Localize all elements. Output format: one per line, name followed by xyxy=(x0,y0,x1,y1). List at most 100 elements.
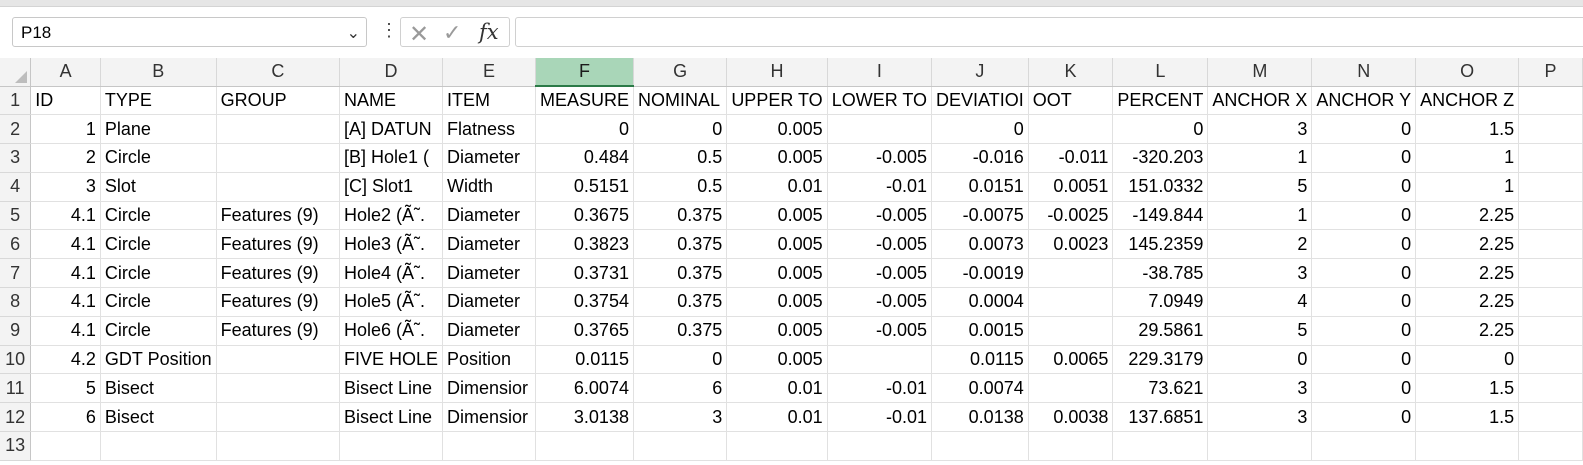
cell-g8[interactable]: 0.375 xyxy=(633,287,728,317)
column-header-h[interactable]: H xyxy=(726,58,828,87)
name-box[interactable]: P18 ⌄ xyxy=(12,17,367,47)
cell-j3[interactable]: -0.016 xyxy=(931,143,1029,173)
cell-b2[interactable]: Plane xyxy=(100,114,217,145)
cell-c3[interactable] xyxy=(216,143,341,173)
cell-p10[interactable] xyxy=(1518,345,1583,375)
cell-a8[interactable]: 4.1 xyxy=(30,287,101,317)
column-header-i[interactable]: I xyxy=(827,58,933,87)
cell-d12[interactable]: Bisect Line xyxy=(339,402,444,433)
cell-k7[interactable] xyxy=(1028,258,1114,289)
cell-b12[interactable]: Bisect xyxy=(100,402,217,433)
cell-k12[interactable]: 0.0038 xyxy=(1028,402,1114,433)
cell-g6[interactable]: 0.375 xyxy=(633,229,728,260)
column-header-e[interactable]: E xyxy=(442,58,536,87)
cancel-icon[interactable]: ✕ xyxy=(409,20,429,49)
cell-m4[interactable]: 5 xyxy=(1207,172,1313,202)
cell-c4[interactable] xyxy=(216,172,341,202)
cell-j1[interactable]: DEVIATIOI xyxy=(931,86,1029,116)
cell-a7[interactable]: 4.1 xyxy=(30,258,101,289)
cell-k6[interactable]: 0.0023 xyxy=(1028,229,1114,260)
cell-p4[interactable] xyxy=(1518,172,1583,202)
cell-i5[interactable]: -0.005 xyxy=(827,201,933,231)
cell-d6[interactable]: Hole3 (Ã˜. xyxy=(339,229,444,260)
cell-o1[interactable]: ANCHOR Z xyxy=(1415,86,1520,116)
cell-l2[interactable]: 0 xyxy=(1112,114,1209,145)
cell-a2[interactable]: 1 xyxy=(30,114,101,145)
cell-p9[interactable] xyxy=(1518,316,1583,346)
cell-a12[interactable]: 6 xyxy=(30,402,101,433)
cell-a13[interactable] xyxy=(30,431,101,461)
cell-k5[interactable]: -0.0025 xyxy=(1028,201,1114,231)
cell-k13[interactable] xyxy=(1028,431,1114,461)
cell-j12[interactable]: 0.0138 xyxy=(931,402,1029,433)
cell-c6[interactable]: Features (9) xyxy=(216,229,341,260)
row-header[interactable]: 11 xyxy=(0,373,32,404)
cell-l4[interactable]: 151.0332 xyxy=(1112,172,1209,202)
row-header[interactable]: 12 xyxy=(0,402,32,433)
cell-a9[interactable]: 4.1 xyxy=(30,316,101,346)
cell-j9[interactable]: 0.0015 xyxy=(931,316,1029,346)
column-header-m[interactable]: M xyxy=(1207,58,1313,87)
row-header[interactable]: 2 xyxy=(0,114,32,145)
cell-h1[interactable]: UPPER TO xyxy=(726,86,828,116)
cell-h11[interactable]: 0.01 xyxy=(726,373,828,404)
cell-b5[interactable]: Circle xyxy=(100,201,217,231)
cell-e13[interactable] xyxy=(442,431,536,461)
cell-e1[interactable]: ITEM xyxy=(442,86,536,116)
cell-m8[interactable]: 4 xyxy=(1207,287,1313,317)
cell-c1[interactable]: GROUP xyxy=(216,86,341,116)
cell-i1[interactable]: LOWER TO xyxy=(827,86,933,116)
cell-g4[interactable]: 0.5 xyxy=(633,172,728,202)
cell-j10[interactable]: 0.0115 xyxy=(931,345,1029,375)
cell-l12[interactable]: 137.6851 xyxy=(1112,402,1209,433)
cell-j6[interactable]: 0.0073 xyxy=(931,229,1029,260)
cell-d4[interactable]: [C] Slot1 xyxy=(339,172,444,202)
cell-k1[interactable]: OOT xyxy=(1028,86,1114,116)
cell-b6[interactable]: Circle xyxy=(100,229,217,260)
column-header-o[interactable]: O xyxy=(1415,58,1520,87)
cell-p6[interactable] xyxy=(1518,229,1583,260)
row-header[interactable]: 4 xyxy=(0,172,32,202)
cell-e8[interactable]: Diameter xyxy=(442,287,536,317)
cell-l7[interactable]: -38.785 xyxy=(1112,258,1209,289)
cell-i6[interactable]: -0.005 xyxy=(827,229,933,260)
cell-e6[interactable]: Diameter xyxy=(442,229,536,260)
cell-i3[interactable]: -0.005 xyxy=(827,143,933,173)
cell-i9[interactable]: -0.005 xyxy=(827,316,933,346)
cell-j11[interactable]: 0.0074 xyxy=(931,373,1029,404)
cell-a10[interactable]: 4.2 xyxy=(30,345,101,375)
cell-j4[interactable]: 0.0151 xyxy=(931,172,1029,202)
cell-p7[interactable] xyxy=(1518,258,1583,289)
row-header[interactable]: 1 xyxy=(0,86,32,116)
cell-n7[interactable]: 0 xyxy=(1311,258,1417,289)
cell-g5[interactable]: 0.375 xyxy=(633,201,728,231)
cell-l1[interactable]: PERCENT xyxy=(1112,86,1209,116)
row-header[interactable]: 8 xyxy=(0,287,32,317)
cell-l9[interactable]: 29.5861 xyxy=(1112,316,1209,346)
cell-k2[interactable] xyxy=(1028,114,1114,145)
cell-d9[interactable]: Hole6 (Ã˜. xyxy=(339,316,444,346)
cell-g11[interactable]: 6 xyxy=(633,373,728,404)
cell-j8[interactable]: 0.0004 xyxy=(931,287,1029,317)
cell-o11[interactable]: 1.5 xyxy=(1415,373,1520,404)
cell-n13[interactable] xyxy=(1311,431,1417,461)
cell-d7[interactable]: Hole4 (Ã˜. xyxy=(339,258,444,289)
cell-h10[interactable]: 0.005 xyxy=(726,345,828,375)
cell-h2[interactable]: 0.005 xyxy=(726,114,828,145)
cell-l10[interactable]: 229.3179 xyxy=(1112,345,1209,375)
column-header-f[interactable]: F xyxy=(535,58,634,87)
cell-m7[interactable]: 3 xyxy=(1207,258,1313,289)
formula-input[interactable] xyxy=(515,17,1583,47)
column-header-a[interactable]: A xyxy=(30,58,101,87)
cell-f6[interactable]: 0.3823 xyxy=(535,229,634,260)
cell-i4[interactable]: -0.01 xyxy=(827,172,933,202)
cell-n2[interactable]: 0 xyxy=(1311,114,1417,145)
cell-n6[interactable]: 0 xyxy=(1311,229,1417,260)
cell-b10[interactable]: GDT Position xyxy=(100,345,217,375)
cell-m5[interactable]: 1 xyxy=(1207,201,1313,231)
cell-m13[interactable] xyxy=(1207,431,1313,461)
row-header[interactable]: 9 xyxy=(0,316,32,346)
cell-f12[interactable]: 3.0138 xyxy=(535,402,634,433)
cell-l13[interactable] xyxy=(1112,431,1209,461)
cell-e2[interactable]: Flatness xyxy=(442,114,536,145)
